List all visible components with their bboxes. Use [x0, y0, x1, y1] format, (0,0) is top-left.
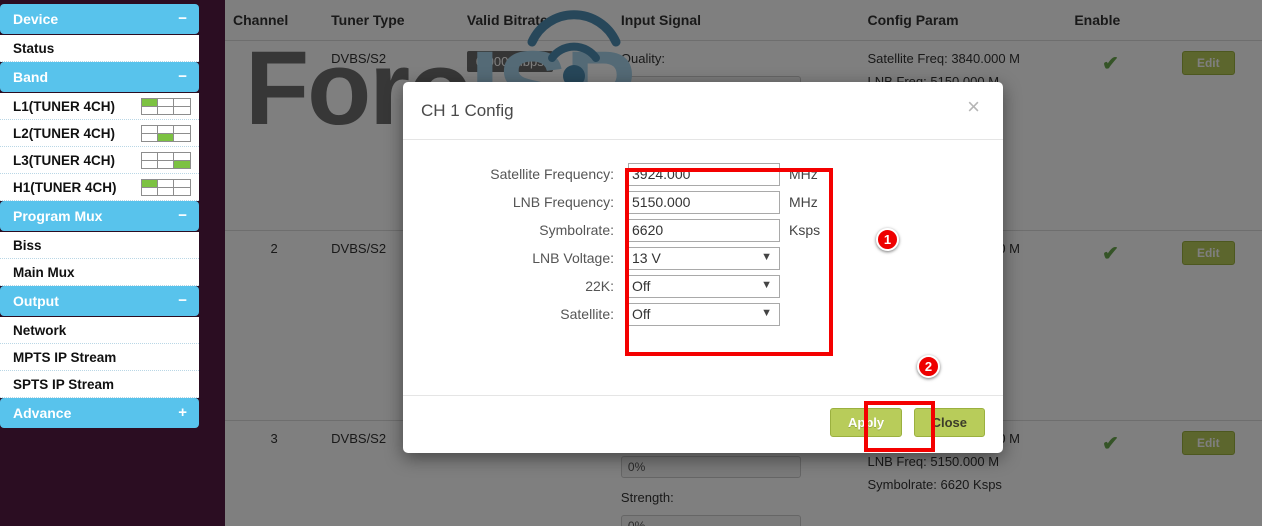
sidebar-item-h1-label: H1(TUNER 4CH) — [13, 180, 117, 195]
lnb-voltage-select-wrap: 13 V ▼ — [628, 246, 780, 270]
unit-symbolrate: Ksps — [789, 222, 821, 238]
ch-config-modal: CH 1 Config × Satellite Frequency: MHz L… — [403, 82, 1003, 453]
sidebar-item-spts-ip-stream-label: SPTS IP Stream — [13, 377, 115, 392]
sidebar-item-l2-label: L2(TUNER 4CH) — [13, 126, 116, 141]
annotation-badge-2: 2 — [917, 355, 940, 378]
sidebar-item-status[interactable]: Status — [0, 35, 199, 62]
sidebar-item-l3-label: L3(TUNER 4CH) — [13, 153, 116, 168]
modal-header: CH 1 Config × — [403, 82, 1003, 140]
sidebar-header-band[interactable]: Band − — [0, 62, 199, 92]
sidebar-header-device[interactable]: Device − — [0, 4, 199, 34]
nav-sub-band: L1(TUNER 4CH) L2(TUNER 4CH) L3(TUNER 4CH… — [0, 93, 199, 201]
label-symbolrate: Symbolrate: — [539, 222, 614, 238]
sidebar-item-main-mux-label: Main Mux — [13, 265, 75, 280]
satellite-select-wrap: Off ▼ — [628, 302, 780, 326]
sidebar-item-h1[interactable]: H1(TUNER 4CH) — [0, 174, 199, 201]
form-row-lnb-frequency: LNB Frequency: MHz — [403, 188, 1003, 216]
label-satellite: Satellite: — [560, 306, 614, 322]
twenty-two-k-select-wrap: Off ▼ — [628, 274, 780, 298]
sidebar-item-network-label: Network — [13, 323, 67, 338]
form-row-satellite-frequency: Satellite Frequency: MHz — [403, 160, 1003, 188]
band-status-grid-icon — [141, 98, 191, 115]
form-row-lnb-voltage: LNB Voltage: 13 V ▼ — [403, 244, 1003, 272]
sidebar-item-mpts-ip-stream[interactable]: MPTS IP Stream — [0, 344, 199, 371]
sidebar-item-biss[interactable]: Biss — [0, 232, 199, 259]
unit-lnb-frequency: MHz — [789, 194, 818, 210]
modal-body: Satellite Frequency: MHz LNB Frequency: … — [403, 140, 1003, 395]
sidebar-item-l3[interactable]: L3(TUNER 4CH) — [0, 147, 199, 174]
sidebar-item-mpts-ip-stream-label: MPTS IP Stream — [13, 350, 117, 365]
lnb-frequency-input[interactable] — [628, 190, 780, 214]
nav-sub-output: Network MPTS IP Stream SPTS IP Stream — [0, 317, 199, 398]
sidebar-header-advance-label: Advance — [13, 405, 72, 421]
modal-footer: Apply Close — [403, 395, 1003, 453]
modal-title: CH 1 Config — [421, 101, 514, 120]
sidebar-item-status-label: Status — [13, 41, 55, 56]
application-window: Device − Status Band − L1(TUNER 4CH) L2(… — [0, 0, 1262, 526]
nav-group-program-mux: Program Mux − Biss Main Mux — [0, 201, 199, 286]
collapse-minus-icon: − — [178, 207, 187, 224]
satellite-frequency-input[interactable] — [628, 162, 780, 186]
sidebar-item-l1-label: L1(TUNER 4CH) — [13, 99, 116, 114]
satellite-select[interactable]: Off — [628, 302, 780, 326]
label-lnb-frequency: LNB Frequency: — [512, 194, 614, 210]
nav-sub-device: Status — [0, 35, 199, 62]
close-button[interactable]: Close — [913, 408, 985, 437]
twenty-two-k-select[interactable]: Off — [628, 274, 780, 298]
sidebar-header-program-mux[interactable]: Program Mux − — [0, 201, 199, 231]
nav-group-band: Band − L1(TUNER 4CH) L2(TUNER 4CH) L3(TU… — [0, 62, 199, 201]
form-row-symbolrate: Symbolrate: Ksps — [403, 216, 1003, 244]
nav-group-device: Device − Status — [0, 4, 199, 62]
sidebar-header-device-label: Device — [13, 11, 59, 27]
sidebar-header-advance[interactable]: Advance + — [0, 398, 199, 428]
sidebar-navigation: Device − Status Band − L1(TUNER 4CH) L2(… — [0, 0, 225, 526]
collapse-minus-icon: − — [178, 68, 187, 85]
sidebar-item-biss-label: Biss — [13, 238, 42, 253]
annotation-badge-1: 1 — [876, 228, 899, 251]
nav-sub-program-mux: Biss Main Mux — [0, 232, 199, 286]
sidebar-item-spts-ip-stream[interactable]: SPTS IP Stream — [0, 371, 199, 398]
apply-button[interactable]: Apply — [830, 408, 903, 437]
sidebar-item-main-mux[interactable]: Main Mux — [0, 259, 199, 286]
sidebar-header-program-mux-label: Program Mux — [13, 208, 103, 224]
collapse-minus-icon: − — [178, 10, 187, 27]
sidebar-item-network[interactable]: Network — [0, 317, 199, 344]
close-icon[interactable]: × — [961, 95, 986, 119]
sidebar-header-output[interactable]: Output − — [0, 286, 199, 316]
nav-group-output: Output − Network MPTS IP Stream SPTS IP … — [0, 286, 199, 398]
band-status-grid-icon — [141, 179, 191, 196]
band-status-grid-icon — [141, 152, 191, 169]
symbolrate-input[interactable] — [628, 218, 780, 242]
label-satellite-frequency: Satellite Frequency: — [490, 166, 614, 182]
form-row-satellite: Satellite: Off ▼ — [403, 300, 1003, 328]
sidebar-header-band-label: Band — [13, 69, 48, 85]
label-22k: 22K: — [585, 278, 614, 294]
nav-group-advance: Advance + — [0, 398, 199, 428]
collapse-minus-icon: − — [178, 292, 187, 309]
form-row-22k: 22K: Off ▼ — [403, 272, 1003, 300]
sidebar-item-l2[interactable]: L2(TUNER 4CH) — [0, 120, 199, 147]
lnb-voltage-select[interactable]: 13 V — [628, 246, 780, 270]
band-status-grid-icon — [141, 125, 191, 142]
expand-plus-icon: + — [178, 404, 187, 421]
sidebar-header-output-label: Output — [13, 293, 59, 309]
unit-satellite-frequency: MHz — [789, 166, 818, 182]
label-lnb-voltage: LNB Voltage: — [532, 250, 614, 266]
sidebar-item-l1[interactable]: L1(TUNER 4CH) — [0, 93, 199, 120]
